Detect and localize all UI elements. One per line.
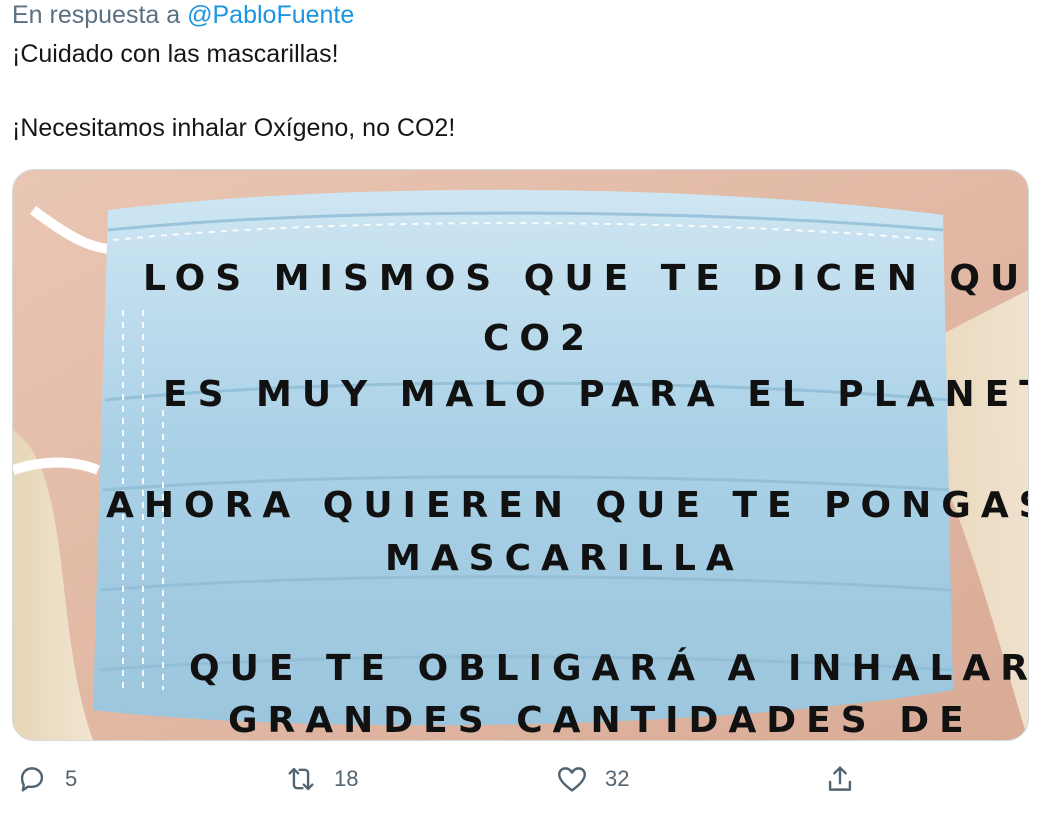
reply-icon <box>20 767 44 792</box>
meme-line: GRANDES CANTIDADES DE <box>228 700 974 741</box>
heart-icon <box>558 767 586 792</box>
tweet-line-1: ¡Cuidado con las mascarillas! <box>12 40 339 68</box>
tweet-image[interactable]: LOS MISMOS QUE TE DICEN QUE EL CO2 ES MU… <box>12 169 1029 741</box>
reply-count: 5 <box>65 766 78 791</box>
reply-handle-link[interactable]: @PabloFuente <box>187 1 354 29</box>
meme-line: QUE TE OBLIGARÁ A INHALAR <box>189 648 1029 689</box>
meme-line: CO2 <box>483 318 596 359</box>
meme-line: LOS MISMOS QUE TE DICEN QUE EL <box>143 258 1029 299</box>
share-icon <box>828 766 852 791</box>
share-button[interactable] <box>823 762 873 796</box>
like-count: 32 <box>605 766 630 791</box>
reply-button[interactable]: 5 <box>15 762 77 796</box>
reply-prefix: En respuesta a <box>12 1 181 29</box>
retweet-button[interactable]: 18 <box>284 762 358 796</box>
retweet-icon <box>288 767 314 791</box>
tweet-line-2: ¡Necesitamos inhalar Oxígeno, no CO2! <box>12 114 456 142</box>
meme-line: ES MUY MALO PARA EL PLANETA <box>163 374 1029 415</box>
retweet-count: 18 <box>334 766 359 791</box>
tweet-text: ¡Cuidado con las mascarillas! ¡Necesitam… <box>12 38 1042 144</box>
like-button[interactable]: 32 <box>555 762 629 796</box>
meme-line: MASCARILLA <box>385 538 744 579</box>
reply-context: En respuesta a @PabloFuente <box>12 0 354 30</box>
meme-line: AHORA QUIEREN QUE TE PONGAS UNA <box>106 485 1028 526</box>
tweet-actions: 5 18 32 <box>0 752 1062 812</box>
meme-text: LOS MISMOS QUE TE DICEN QUE EL CO2 ES MU… <box>13 170 1028 740</box>
